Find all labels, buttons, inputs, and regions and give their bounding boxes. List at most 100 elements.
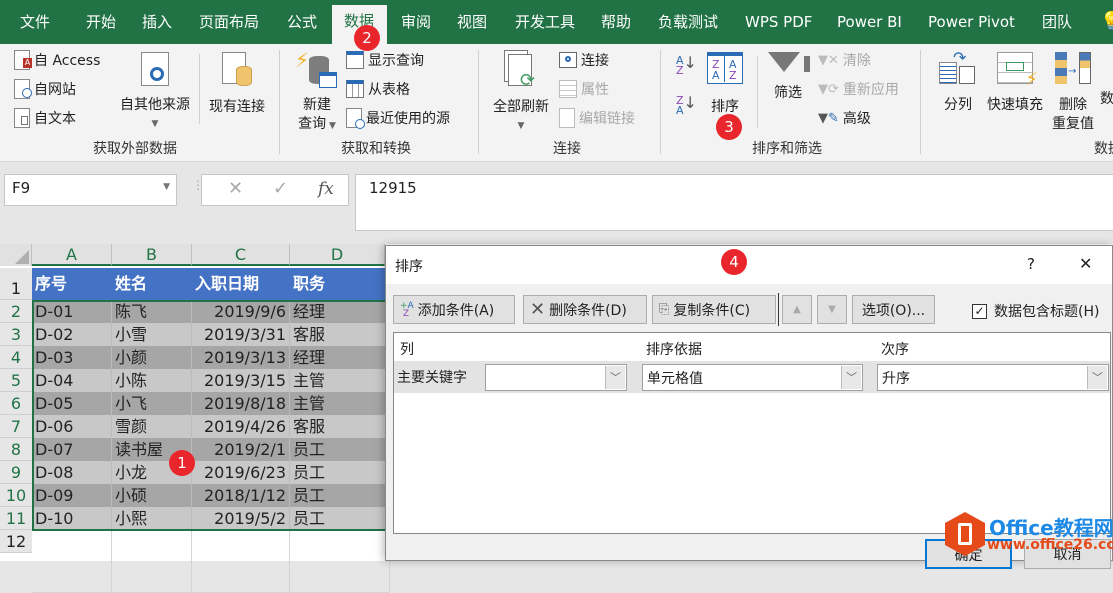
table-cell[interactable]: D-06 xyxy=(32,415,112,438)
row-header[interactable]: 5 xyxy=(0,369,32,392)
table-cell[interactable]: 员工 xyxy=(290,507,390,530)
column-header-b[interactable]: B xyxy=(112,244,192,266)
data-validation-button-partial[interactable]: 数 xyxy=(1100,90,1113,109)
table-cell[interactable]: D-04 xyxy=(32,369,112,392)
new-query-button[interactable]: ⚡ 新建 查询 ▼ xyxy=(292,50,342,136)
show-queries-button[interactable]: 显示查询 xyxy=(346,48,424,72)
clear-filter-button[interactable]: ▼✕ 清除 xyxy=(818,48,871,72)
table-cell[interactable]: 2019/3/15 xyxy=(192,369,290,392)
row-header[interactable]: 7 xyxy=(0,415,32,438)
table-cell[interactable]: 2019/4/26 xyxy=(192,415,290,438)
table-cell[interactable]: 2019/5/2 xyxy=(192,507,290,530)
filter-button[interactable]: 筛选 xyxy=(768,52,811,103)
properties-button[interactable]: 属性 xyxy=(559,77,609,101)
from-other-sources-button[interactable]: 自其他来源 ▼ xyxy=(115,52,195,134)
table-cell[interactable]: 2018/1/12 xyxy=(192,484,290,507)
tab-view[interactable]: 视图 xyxy=(457,6,487,44)
row-header[interactable]: 11 xyxy=(0,507,32,530)
table-cell[interactable]: 2019/6/23 xyxy=(192,461,290,484)
table-cell[interactable]: 员工 xyxy=(290,484,390,507)
table-cell[interactable]: D-09 xyxy=(32,484,112,507)
close-button[interactable]: ✕ xyxy=(1079,254,1092,273)
tab-file[interactable]: 文件 xyxy=(20,6,50,44)
edit-links-button[interactable]: 编辑链接 xyxy=(559,106,635,130)
table-cell[interactable]: 2019/8/18 xyxy=(192,392,290,415)
table-cell[interactable]: D-07 xyxy=(32,438,112,461)
tab-developer[interactable]: 开发工具 xyxy=(515,6,575,44)
column-header-a[interactable]: A xyxy=(32,244,112,266)
sort-column-select[interactable]: ﹀ xyxy=(485,364,627,391)
header-cell[interactable]: 职务 xyxy=(290,272,390,295)
flash-fill-button[interactable]: ⚡ 快速填充 xyxy=(984,52,1046,115)
tab-load-test[interactable]: 负载测试 xyxy=(658,6,718,44)
table-cell[interactable]: 员工 xyxy=(290,461,390,484)
row-header[interactable]: 2 xyxy=(0,300,32,323)
move-up-button[interactable]: ▲ xyxy=(782,295,812,324)
help-button[interactable]: ? xyxy=(1027,255,1035,273)
table-cell[interactable]: D-01 xyxy=(32,300,112,323)
advanced-filter-button[interactable]: ▼✎ 高级 xyxy=(818,106,871,130)
row-header[interactable]: 3 xyxy=(0,323,32,346)
table-cell[interactable]: 经理 xyxy=(290,300,390,323)
table-cell[interactable]: 小飞 xyxy=(112,392,192,415)
name-box-dropdown-icon[interactable]: ▼ xyxy=(163,182,170,192)
order-select[interactable]: 升序 ﹀ xyxy=(877,364,1109,391)
row-header[interactable]: 6 xyxy=(0,392,32,415)
from-web-button[interactable]: 自网站 xyxy=(14,77,76,101)
table-cell[interactable]: D-02 xyxy=(32,323,112,346)
table-cell[interactable]: D-08 xyxy=(32,461,112,484)
options-button[interactable]: 选项(O)... xyxy=(852,295,935,324)
table-cell[interactable]: 2019/9/6 xyxy=(192,300,290,323)
existing-connections-button[interactable]: 现有连接 xyxy=(205,52,269,117)
table-cell[interactable]: 主管 xyxy=(290,369,390,392)
cancel-icon[interactable]: ✕ xyxy=(228,178,243,199)
enter-check-icon[interactable]: ✓ xyxy=(273,178,288,199)
tab-home[interactable]: 开始 xyxy=(86,6,116,44)
table-cell[interactable]: 主管 xyxy=(290,392,390,415)
table-cell[interactable]: D-10 xyxy=(32,507,112,530)
tab-power-bi[interactable]: Power BI xyxy=(837,6,902,44)
empty-cell[interactable] xyxy=(112,530,192,593)
reapply-button[interactable]: ▼⟳ 重新应用 xyxy=(818,77,899,101)
row-header[interactable]: 4 xyxy=(0,346,32,369)
tab-review[interactable]: 审阅 xyxy=(401,6,431,44)
table-cell[interactable]: 经理 xyxy=(290,346,390,369)
insert-function-icon[interactable]: fx xyxy=(318,179,334,199)
row-header[interactable]: 9 xyxy=(0,461,32,484)
column-header-d[interactable]: D xyxy=(290,244,385,266)
table-cell[interactable]: 陈飞 xyxy=(112,300,192,323)
recent-sources-button[interactable]: 最近使用的源 xyxy=(346,106,450,130)
sort-z-a-button[interactable]: Z A↓ xyxy=(676,95,697,120)
table-cell[interactable]: 小陈 xyxy=(112,369,192,392)
table-cell[interactable]: 员工 xyxy=(290,438,390,461)
header-cell[interactable]: 入职日期 xyxy=(192,272,290,295)
delete-level-button[interactable]: ✕ 删除条件(D) xyxy=(523,295,647,324)
table-cell[interactable]: 小熙 xyxy=(112,507,192,530)
row-header[interactable]: 8 xyxy=(0,438,32,461)
lightbulb-icon[interactable]: 💡 xyxy=(1100,6,1113,44)
connections-button[interactable]: 连接 xyxy=(559,48,609,72)
header-cell[interactable]: 姓名 xyxy=(112,272,192,295)
column-header-c[interactable]: C xyxy=(192,244,290,266)
sort-on-select[interactable]: 单元格值 ﹀ xyxy=(642,364,863,391)
empty-cell[interactable] xyxy=(290,530,390,593)
from-table-button[interactable]: 从表格 xyxy=(346,77,410,101)
sort-button[interactable]: ZA AZ 排序 xyxy=(705,52,745,117)
empty-cell[interactable] xyxy=(192,530,290,593)
refresh-all-button[interactable]: ⟳ 全部刷新 ▼ xyxy=(488,50,554,136)
sort-a-z-button[interactable]: A Z↓ xyxy=(676,55,697,80)
from-text-button[interactable]: 自文本 xyxy=(14,106,76,130)
empty-cell[interactable] xyxy=(32,530,112,593)
table-cell[interactable]: 小雪 xyxy=(112,323,192,346)
tab-page-layout[interactable]: 页面布局 xyxy=(199,6,259,44)
table-cell[interactable]: 小硕 xyxy=(112,484,192,507)
tab-help[interactable]: 帮助 xyxy=(601,6,631,44)
header-cell[interactable]: 序号 xyxy=(32,272,112,295)
select-all-corner[interactable] xyxy=(0,244,32,266)
table-cell[interactable]: 客服 xyxy=(290,415,390,438)
row-header[interactable]: 10 xyxy=(0,484,32,507)
table-cell[interactable]: 2019/3/13 xyxy=(192,346,290,369)
tab-formulas[interactable]: 公式 xyxy=(287,6,317,44)
row-header[interactable]: 12 xyxy=(0,530,32,553)
formula-input[interactable]: 12915 xyxy=(355,174,1113,231)
